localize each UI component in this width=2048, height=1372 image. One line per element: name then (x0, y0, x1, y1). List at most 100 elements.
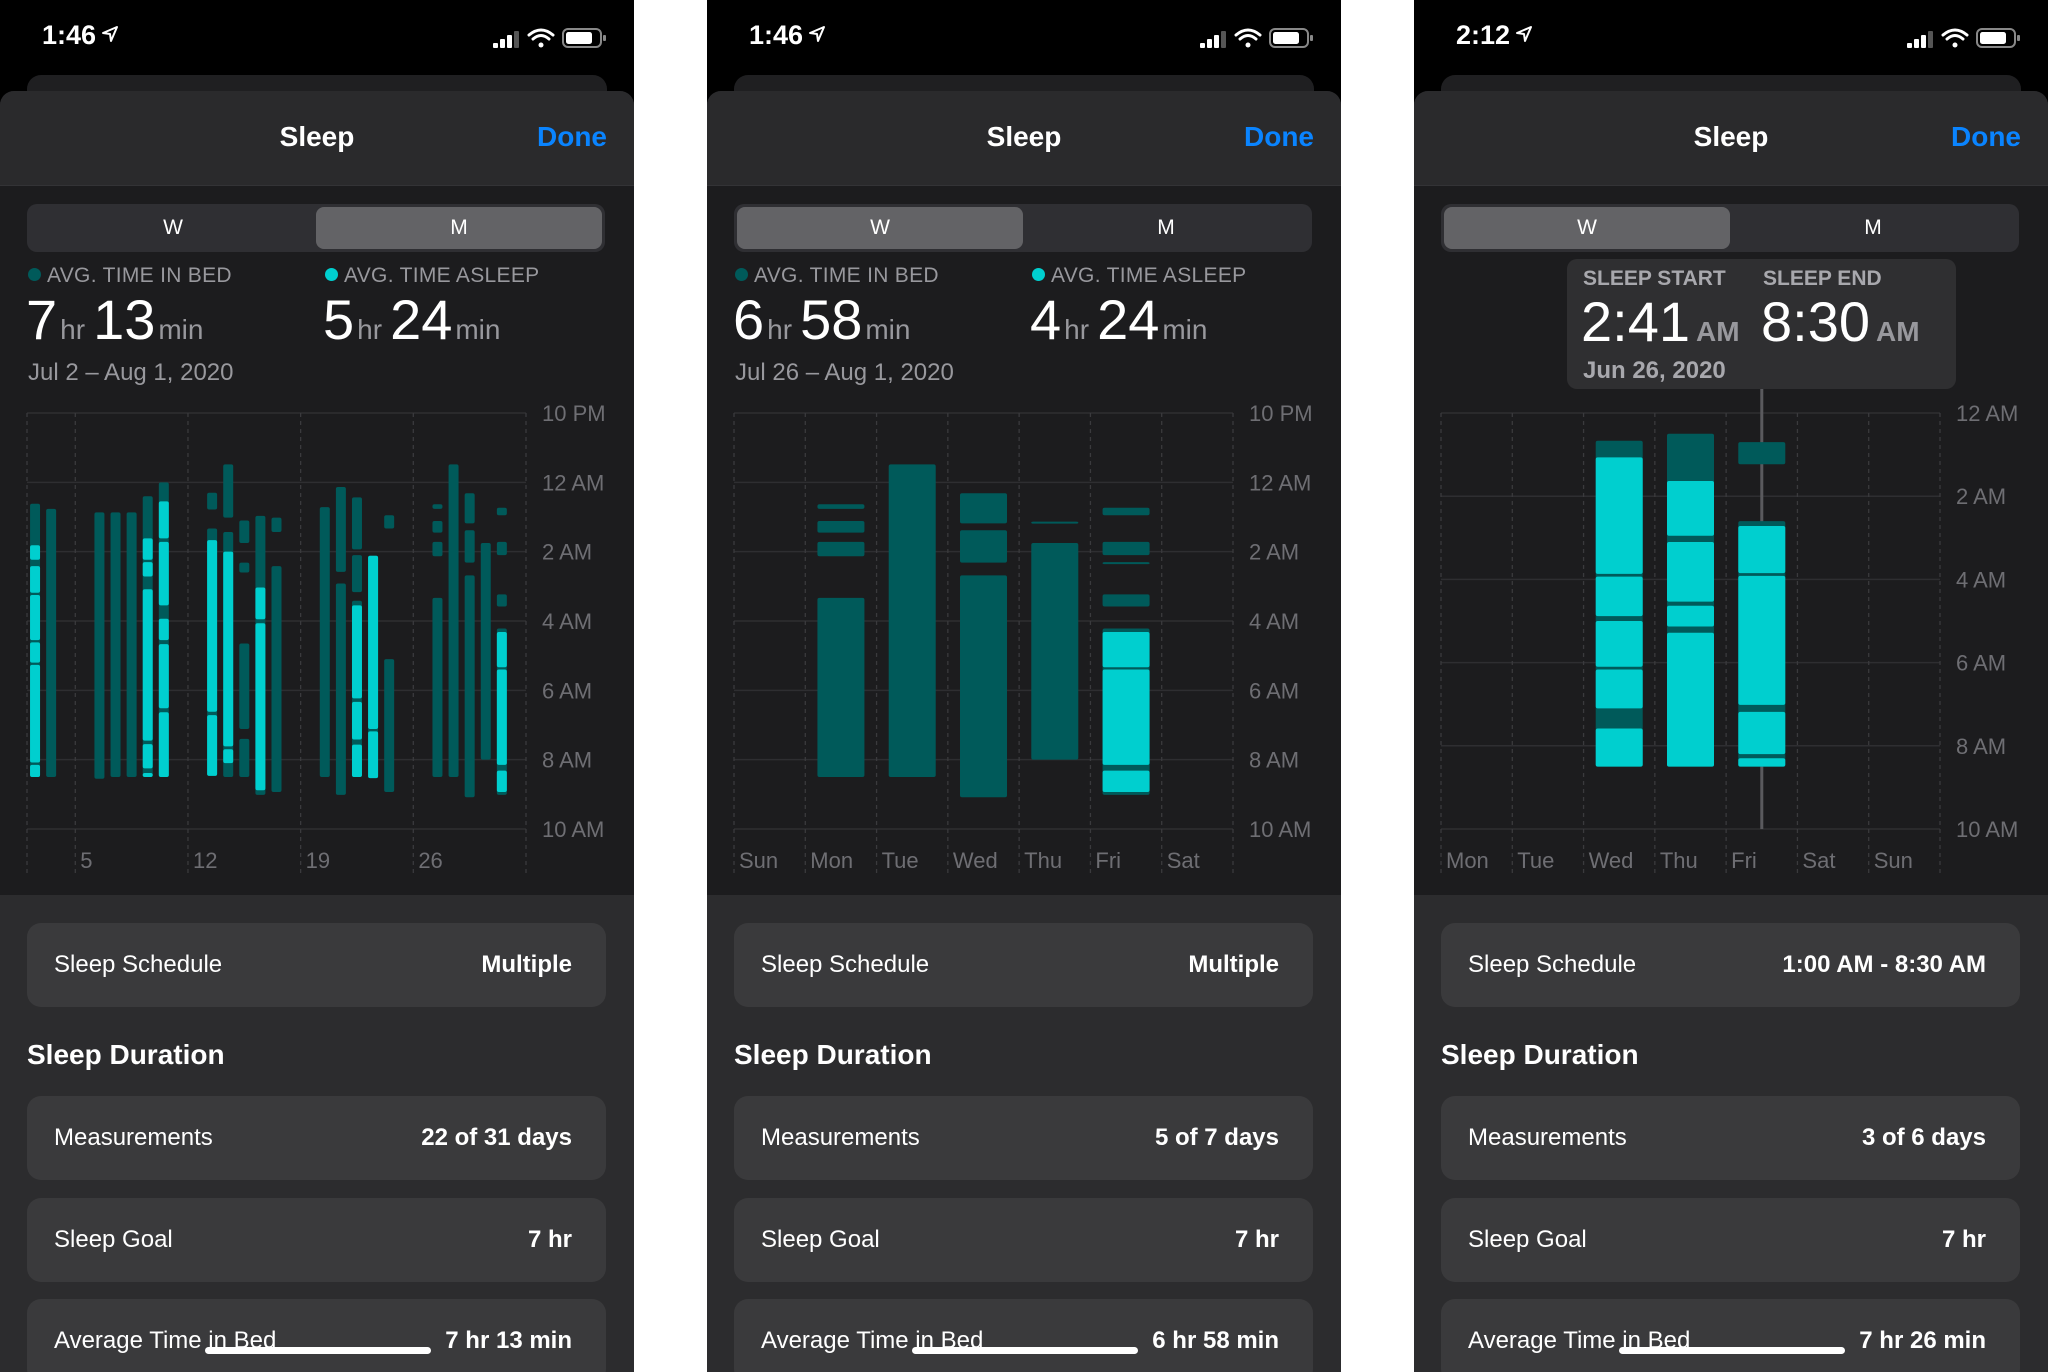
asleep-segment (142, 744, 153, 769)
asleep-segment (496, 669, 507, 765)
sleep-start-time: 2:41 AM (1581, 289, 1740, 354)
asleep-segment (30, 664, 41, 763)
home-indicator[interactable] (1619, 1347, 1845, 1354)
duration-row: Measurements 3 of 6 days (1441, 1096, 2020, 1180)
asleep-segment (1667, 480, 1714, 536)
status-icons (1907, 26, 2022, 50)
in-bed-segment (432, 597, 443, 777)
x-tick-label: Wed (1589, 848, 1634, 873)
asleep-segment (158, 618, 169, 641)
sleep-bar (368, 555, 379, 779)
in-bed-segment (223, 464, 234, 518)
row-value: 6 hr 58 min (1152, 1327, 1279, 1354)
asleep-segment (30, 764, 41, 777)
phone-screen: 1:46 Sleep Done W M AVG. TIME IN BED 6 hr 58 min A… (707, 0, 1341, 1372)
asleep-segment (255, 623, 266, 791)
row-value: Multiple (1188, 951, 1279, 978)
sleep-schedule-row[interactable]: Sleep Schedule Multiple (27, 923, 606, 1007)
in-bed-segment (432, 521, 443, 533)
x-tick-label: Sat (1802, 848, 1835, 873)
x-tick-label: Sun (739, 848, 778, 873)
sleep-schedule-row[interactable]: Sleep Schedule 1:00 AM - 8:30 AM (1441, 923, 2020, 1007)
in-bed-segment (351, 555, 362, 593)
asleep-segment (158, 541, 169, 606)
row-value: 3 of 6 days (1861, 1124, 1986, 1151)
phone-screen: 2:12 Sleep Done W M 12 AM 2 AM 4 AM 6 AM 8 AM 10 A… (1414, 0, 2048, 1372)
sleep-end-label: SLEEP END (1763, 267, 1882, 290)
asleep-segment (207, 715, 218, 776)
sleep-bar (480, 543, 491, 760)
asleep-segment (30, 566, 41, 593)
sleep-end-time: 8:30 AM (1761, 289, 1920, 354)
asleep-segment (142, 589, 153, 741)
in-bed-segment (351, 497, 362, 550)
details-section: Sleep Schedule 1:00 AM - 8:30 AM Sleep Dur… (1414, 895, 2048, 1372)
asleep-segment (142, 538, 153, 560)
in-bed-segment (817, 541, 865, 557)
home-indicator[interactable] (205, 1347, 431, 1354)
asleep-segment (1738, 711, 1786, 755)
sleep-bar (351, 497, 362, 777)
in-bed-segment (960, 493, 1007, 524)
x-tick-label: Sun (1874, 848, 1913, 873)
sleep-bar (496, 507, 507, 795)
sleep-duration-heading: Sleep Duration (734, 1039, 932, 1070)
asleep-segment (142, 562, 153, 577)
asleep-segment (30, 642, 41, 663)
row-label: Sleep Goal (1468, 1226, 1587, 1253)
in-bed-segment (1102, 562, 1150, 565)
row-label: Sleep Schedule (1468, 951, 1637, 978)
row-label: Measurements (1468, 1124, 1627, 1151)
in-bed-segment (496, 507, 507, 516)
sleep-bar (158, 482, 169, 777)
wifi-icon (527, 28, 555, 48)
row-value: 7 hr (527, 1226, 572, 1253)
y-tick-label: 6 AM (1956, 651, 2006, 676)
home-indicator[interactable] (912, 1347, 1138, 1354)
sleep-bar (46, 508, 57, 777)
in-bed-segment (384, 515, 395, 529)
sleep-chart: 12 AM 2 AM 4 AM 6 AM 8 AM 10 AM Mon Tue Wed Thu Fr… (1440, 389, 2018, 874)
sleep-schedule-row[interactable]: Sleep Schedule Multiple (734, 923, 1313, 1007)
sleep-bar (384, 515, 395, 793)
y-tick-label: 6 AM (542, 678, 592, 703)
sleep-bar (30, 503, 41, 777)
y-tick-label: 12 AM (1956, 401, 2018, 426)
in-bed-segment (817, 521, 865, 533)
in-bed-segment (239, 738, 250, 777)
x-tick-label: Fri (1095, 848, 1121, 873)
duration-row: Sleep Goal 7 hr (734, 1198, 1313, 1282)
sleep-bar (207, 492, 218, 776)
sleep-bar (319, 507, 330, 777)
phone-screen: 1:46 Sleep Done W M AVG. TIME IN BED 7 hr 13 min A… (0, 0, 634, 1372)
sleep-bar (1031, 521, 1079, 760)
asleep-segment (30, 545, 41, 560)
y-tick-label: 10 PM (542, 401, 606, 426)
in-bed-segment (94, 512, 105, 779)
asleep-segment (1738, 575, 1786, 705)
in-bed-segment (448, 464, 459, 777)
in-bed-segment (496, 541, 507, 556)
sleep-bar (255, 515, 266, 795)
in-bed-segment (239, 643, 250, 730)
status-time: 2:12 (1456, 20, 1534, 51)
in-bed-segment (239, 562, 250, 573)
battery-icon (1976, 28, 2020, 48)
row-label: Sleep Schedule (54, 951, 223, 978)
signal-icon (493, 31, 519, 48)
row-value: 1:00 AM - 8:30 AM (1782, 951, 1986, 978)
asleep-segment (158, 501, 169, 539)
duration-row: Measurements 5 of 7 days (734, 1096, 1313, 1180)
asleep-segment (30, 595, 41, 641)
asleep-segment (351, 744, 362, 777)
x-tick-label: Mon (810, 848, 853, 873)
row-label: Measurements (761, 1124, 920, 1151)
x-tick-label: 5 (80, 848, 92, 873)
x-tick-label: Sat (1167, 848, 1200, 873)
in-bed-segment (239, 520, 250, 543)
row-value: 22 of 31 days (421, 1124, 572, 1151)
in-bed-segment (432, 504, 443, 509)
asleep-segment (1102, 669, 1150, 765)
y-tick-label: 2 AM (542, 540, 592, 565)
sleep-bar (239, 520, 250, 777)
